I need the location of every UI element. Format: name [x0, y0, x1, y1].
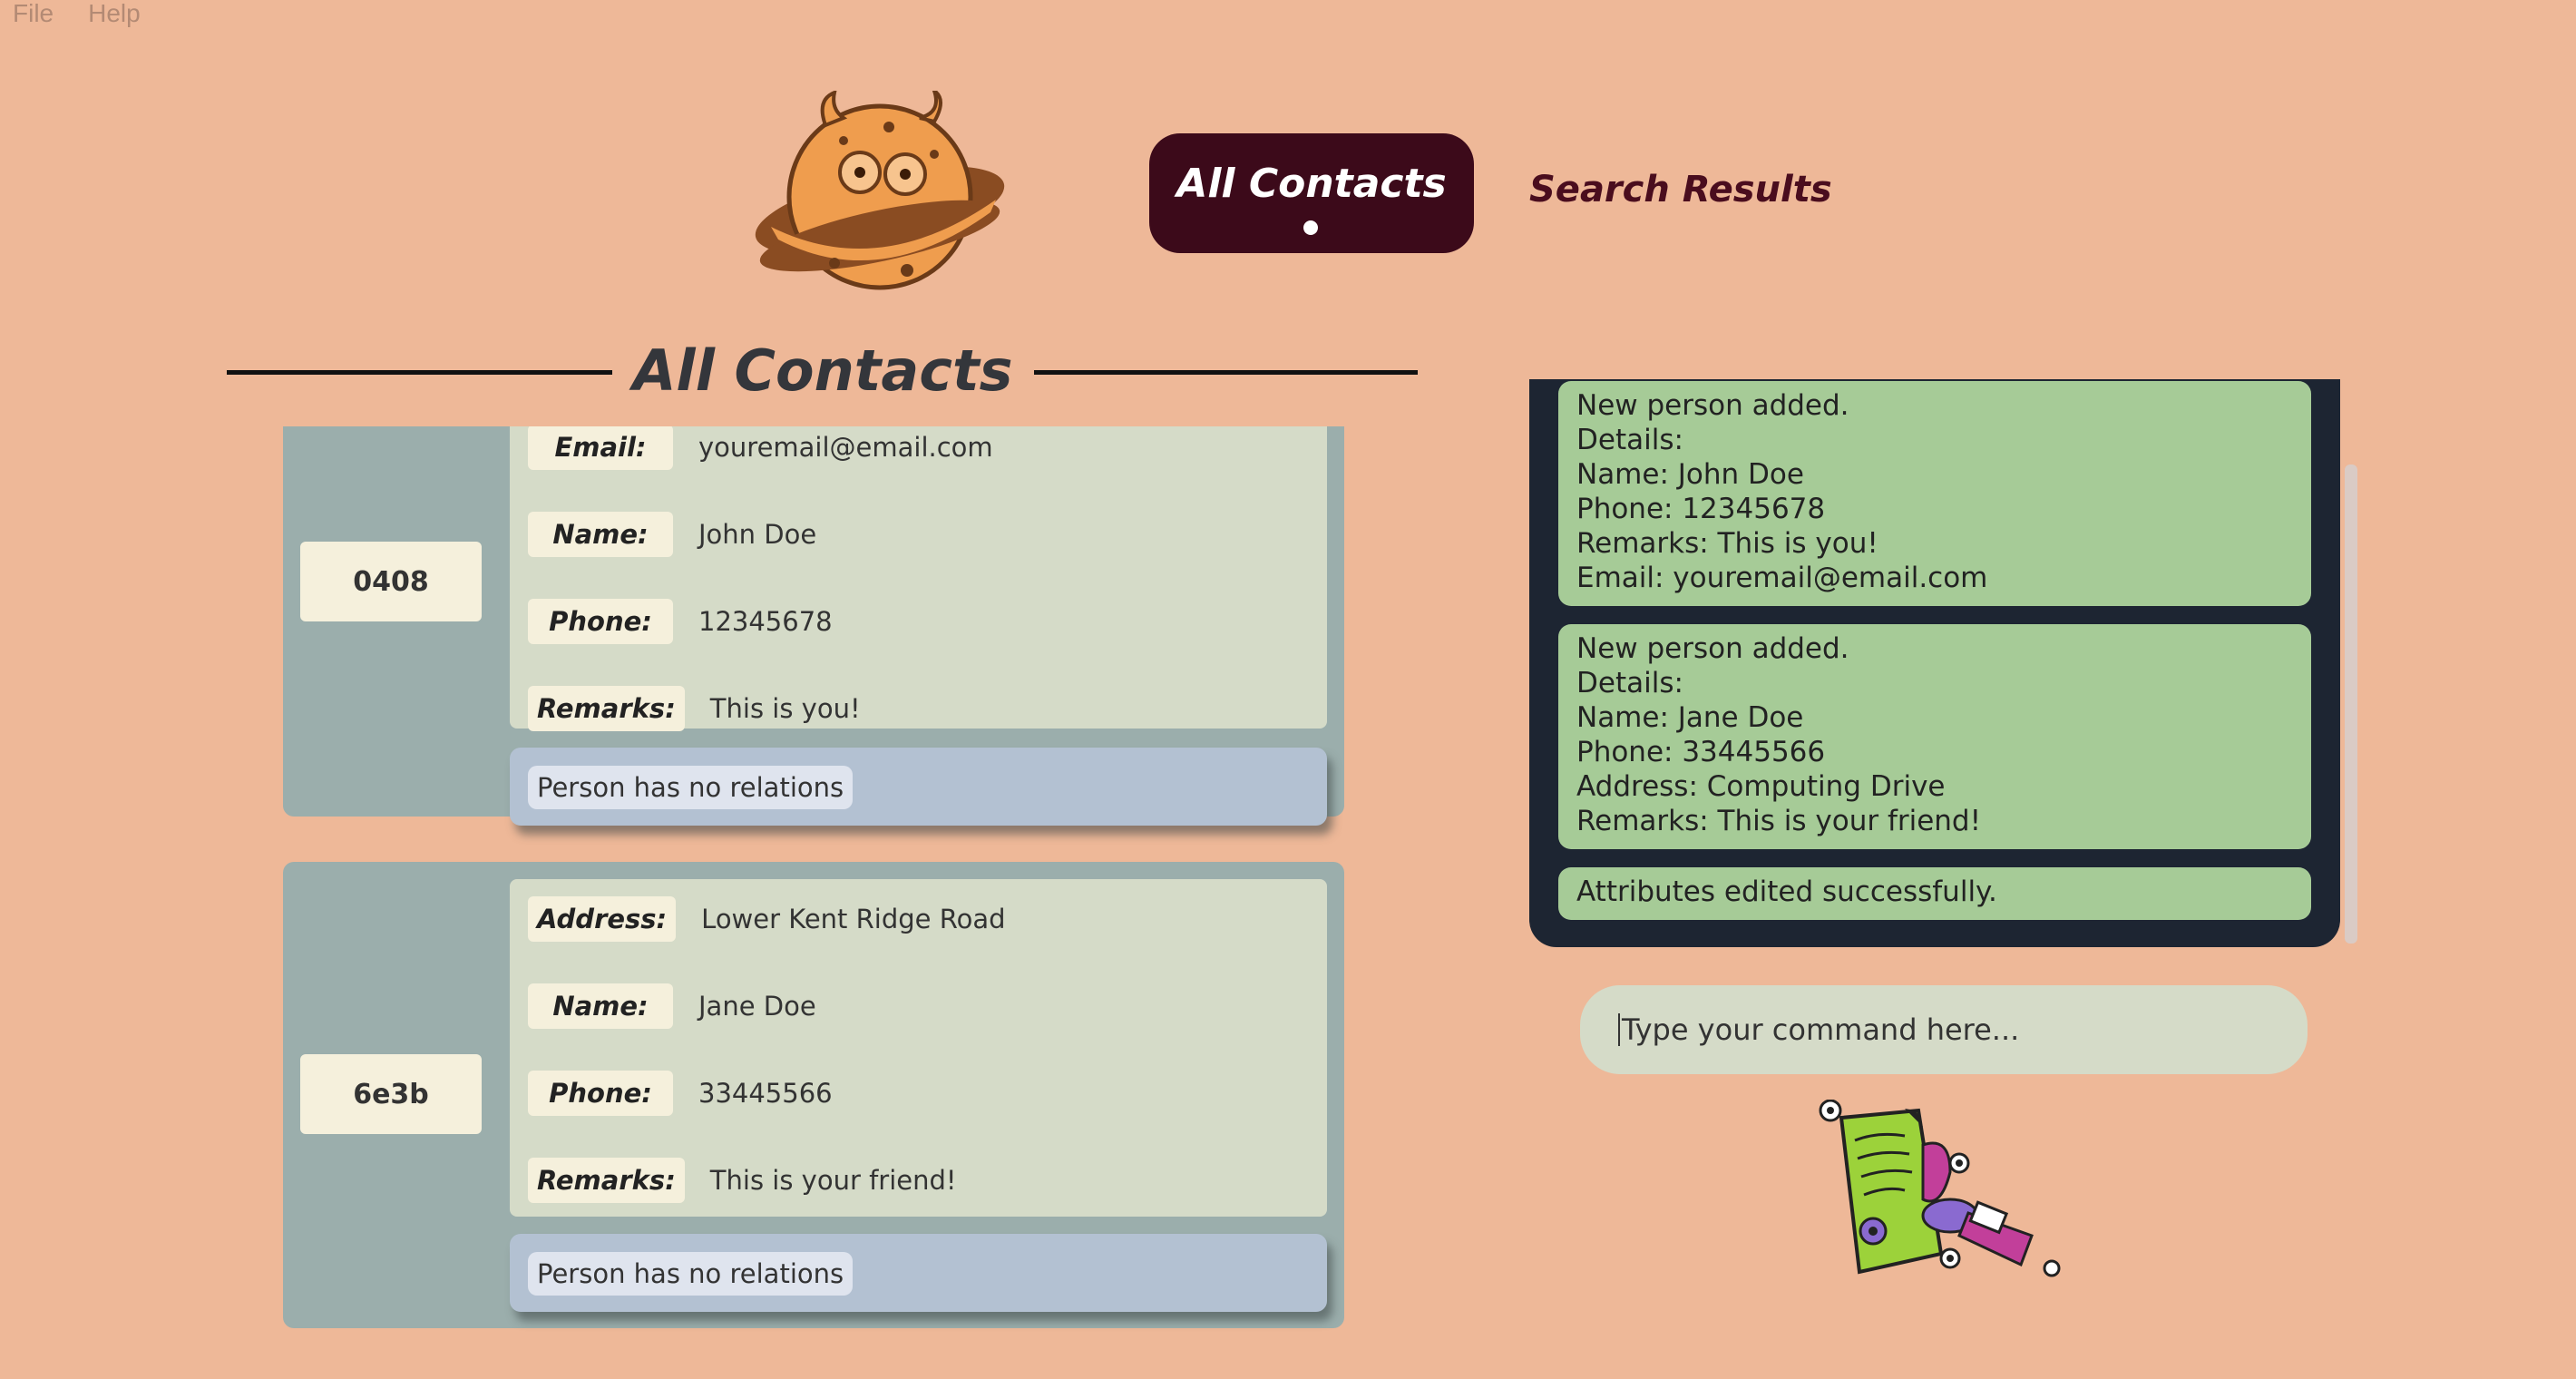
contact-details: Email: youremail@email.com Name: John Do… [510, 426, 1327, 732]
menu-bar: File Help [0, 0, 153, 31]
field-value: This is you! [709, 693, 861, 724]
field-remarks: Remarks: This is your friend! [528, 1157, 957, 1204]
text-caret [1618, 1013, 1620, 1046]
field-value: This is your friend! [709, 1165, 957, 1196]
field-remarks: Remarks: This is you! [528, 685, 861, 732]
menu-help[interactable]: Help [75, 0, 153, 31]
contact-list[interactable]: 0408 Email: youremail@email.com Name: Jo… [283, 426, 1344, 1343]
tab-search-results[interactable]: Search Results [1529, 169, 1832, 210]
relations-chip: Person has no relations [528, 1252, 854, 1296]
field-label: Address: [528, 896, 677, 942]
active-tab-indicator [1303, 220, 1318, 235]
result-message: New person added. Details: Name: John Do… [1558, 381, 2311, 606]
contact-details: Address: Lower Kent Ridge Road Name: Jan… [510, 879, 1327, 1217]
contact-card[interactable]: 0408 Email: youremail@email.com Name: Jo… [283, 426, 1344, 826]
cookie-monster-planet-icon [755, 91, 1005, 290]
page-title: All Contacts [632, 337, 1013, 404]
monster-writing-note-icon [1819, 1100, 2061, 1277]
field-value: 12345678 [698, 606, 833, 637]
field-phone: Phone: 12345678 [528, 598, 833, 645]
result-message: Attributes edited successfully. [1558, 867, 2311, 920]
field-label: Remarks: [528, 686, 685, 731]
field-label: Phone: [528, 1071, 673, 1116]
contact-card[interactable]: 6e3b Address: Lower Kent Ridge Road Name… [283, 862, 1344, 1328]
contact-id-badge: 6e3b [300, 1054, 482, 1134]
relations-panel: Person has no relations [510, 748, 1327, 826]
tab-all-contacts-label: All Contacts [1176, 161, 1447, 207]
contact-id-badge: 0408 [300, 542, 482, 621]
menu-file[interactable]: File [0, 0, 66, 31]
field-label: Name: [528, 512, 673, 557]
command-input[interactable]: Type your command here... [1580, 985, 2308, 1074]
field-value: Jane Doe [698, 991, 816, 1022]
relations-chip: Person has no relations [528, 766, 854, 809]
relations-panel: Person has no relations [510, 1234, 1327, 1312]
field-name: Name: John Doe [528, 511, 816, 558]
field-label: Phone: [528, 599, 673, 644]
field-email: Email: youremail@email.com [528, 426, 993, 471]
field-label: Email: [528, 426, 673, 470]
tab-all-contacts[interactable]: All Contacts [1149, 133, 1474, 253]
field-value: John Doe [698, 519, 817, 550]
heading-divider-right [1034, 370, 1418, 375]
field-label: Remarks: [528, 1158, 685, 1203]
field-name: Name: Jane Doe [528, 983, 816, 1030]
result-display[interactable]: New person added. Details: Name: John Do… [1529, 379, 2340, 947]
field-phone: Phone: 33445566 [528, 1070, 833, 1117]
field-value: youremail@email.com [698, 432, 993, 463]
field-address: Address: Lower Kent Ridge Road [528, 895, 1006, 943]
field-value: 33445566 [698, 1078, 833, 1109]
field-value: Lower Kent Ridge Road [701, 904, 1006, 934]
field-label: Name: [528, 983, 673, 1029]
result-scrollbar[interactable] [2345, 465, 2357, 944]
result-message: New person added. Details: Name: Jane Do… [1558, 624, 2311, 849]
heading-divider-left [227, 370, 612, 375]
command-placeholder: Type your command here... [1622, 1012, 2020, 1047]
